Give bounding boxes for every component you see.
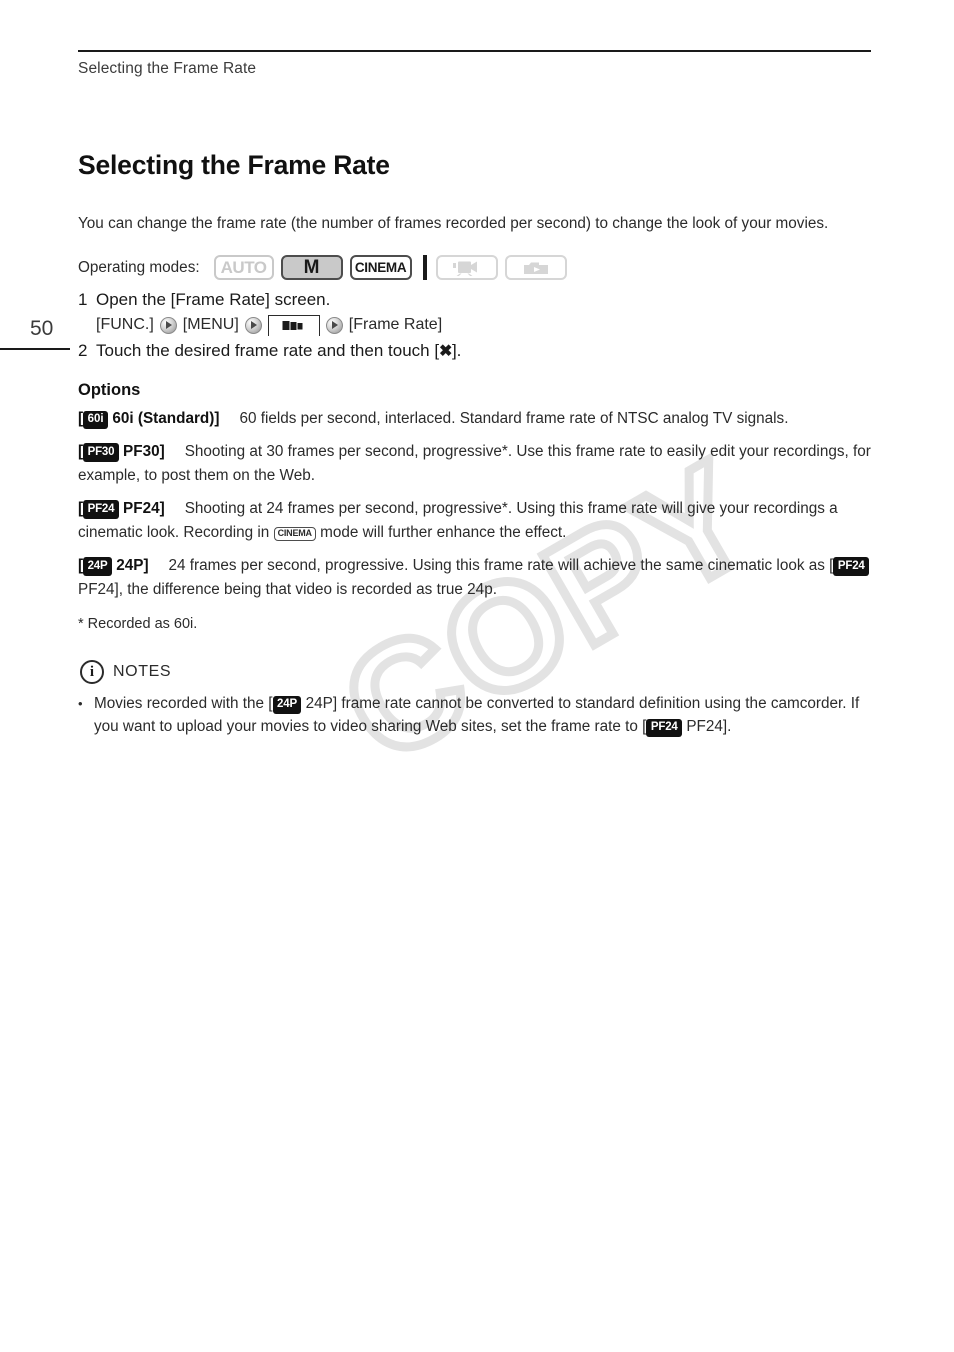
step-2-text: Touch the desired frame rate and then to… [96, 341, 461, 361]
pill-24p-note-icon: 24P [272, 695, 302, 714]
note-item: • Movies recorded with the [24P 24P] fra… [78, 692, 873, 738]
pill-24p-icon: 24P [83, 557, 112, 576]
option-24p-description-part2: PF24], the difference being that video i… [78, 581, 497, 598]
operating-modes-row: Operating modes: AUTO M CINEMA [78, 255, 574, 280]
movie-playback-mode-badge [435, 255, 498, 280]
pill-60i-icon: 60i [83, 410, 109, 429]
option-pf30: [PF30 PF30] Shooting at 30 frames per sec… [78, 440, 873, 489]
step-1: 1 Open the [Frame Rate] screen. [78, 290, 873, 310]
auto-mode-badge: AUTO [213, 255, 274, 280]
options-heading: Options [78, 381, 141, 399]
option-60i: [60i 60i (Standard)] 60 fields per second… [78, 407, 873, 432]
arrow-right-icon [244, 316, 262, 334]
page-number-rule [0, 348, 70, 350]
option-60i-term: [60i 60i (Standard)] [78, 410, 220, 429]
pill-pf24-icon: PF24 [83, 500, 119, 519]
header-divider [78, 50, 871, 52]
option-pf30-description: Shooting at 30 frames per second, progre… [78, 442, 871, 485]
mode-group-divider [422, 255, 427, 280]
page-title: Selecting the Frame Rate [78, 150, 390, 180]
operating-modes-label: Operating modes: [78, 258, 200, 276]
close-x-icon: ✖ [439, 343, 452, 360]
step-2-text-before: Touch the desired frame rate and then to… [96, 341, 440, 360]
notes-heading: i NOTES [80, 660, 171, 684]
notes-list: • Movies recorded with the [24P 24P] fra… [78, 692, 873, 738]
arrow-right-icon [159, 316, 177, 334]
menu-path-func: [FUNC.] [96, 316, 154, 333]
pill-pf30-icon: PF30 [83, 443, 119, 462]
cinema-chip-icon: CINEMA [273, 526, 316, 541]
menu-path-target: [Frame Rate] [348, 316, 443, 333]
option-60i-label: 60i (Standard)] [112, 410, 220, 427]
step-2-text-after: ]. [451, 341, 462, 360]
film-camera-icon [282, 320, 303, 330]
movie-camera-icon [452, 261, 477, 276]
options-list: [60i 60i (Standard)] 60 fields per second… [78, 407, 873, 611]
option-24p-label: 24P] [116, 556, 149, 574]
note-bullet-icon: • [78, 696, 83, 711]
option-24p: [24P 24P] 24 frames per second, progressi… [78, 554, 873, 603]
pill-pf24-inline-icon: PF24 [833, 557, 870, 576]
option-24p-term: [24P 24P] [78, 556, 149, 576]
option-24p-description-part1: 24 frames per second, progressive. Using… [168, 556, 834, 574]
option-pf30-term: [PF30 PF30] [78, 442, 165, 462]
photo-playback-mode-badge [504, 255, 567, 280]
option-pf24-term: [PF24 PF24] [78, 499, 165, 519]
option-60i-description: 60 fields per second, interlaced. Standa… [239, 410, 789, 427]
camera-setup-tab-icon [267, 314, 320, 336]
option-pf30-label: PF30] [123, 442, 165, 460]
photo-playback-icon [523, 262, 548, 274]
option-pf24-label: PF24] [123, 499, 165, 517]
note-part1: Movies recorded with the [ [94, 695, 273, 712]
step-2-number: 2 [78, 341, 88, 360]
manual-mode-badge: M [280, 255, 343, 280]
note-text: Movies recorded with the [24P 24P] frame… [94, 692, 873, 738]
note-part3: PF24]. [682, 718, 732, 735]
notes-label: NOTES [113, 663, 172, 680]
step-1-menu-path: [FUNC.] [MENU] [Frame Rate] [96, 312, 873, 338]
info-icon: i [80, 660, 104, 684]
cinema-mode-badge: CINEMA [349, 255, 412, 280]
pill-pf24-note-icon: PF24 [646, 718, 683, 737]
menu-path-menu: [MENU] [182, 316, 239, 333]
intro-paragraph: You can change the frame rate (the numbe… [78, 215, 829, 233]
option-pf24-description-part2: mode will further enhance the effect. [315, 524, 567, 541]
step-1-number: 1 [78, 290, 88, 309]
footnote: * Recorded as 60i. [78, 616, 198, 632]
running-header: Selecting the Frame Rate [78, 60, 257, 77]
step-2: 2 Touch the desired frame rate and then … [78, 341, 873, 361]
procedure-steps: 1 Open the [Frame Rate] screen. [FUNC.] … [78, 290, 873, 363]
arrow-right-icon [325, 316, 343, 334]
step-1-text: Open the [Frame Rate] screen. [96, 290, 331, 309]
page-number: 50 [30, 317, 54, 340]
option-pf24: [PF24 PF24] Shooting at 24 frames per sec… [78, 497, 873, 546]
